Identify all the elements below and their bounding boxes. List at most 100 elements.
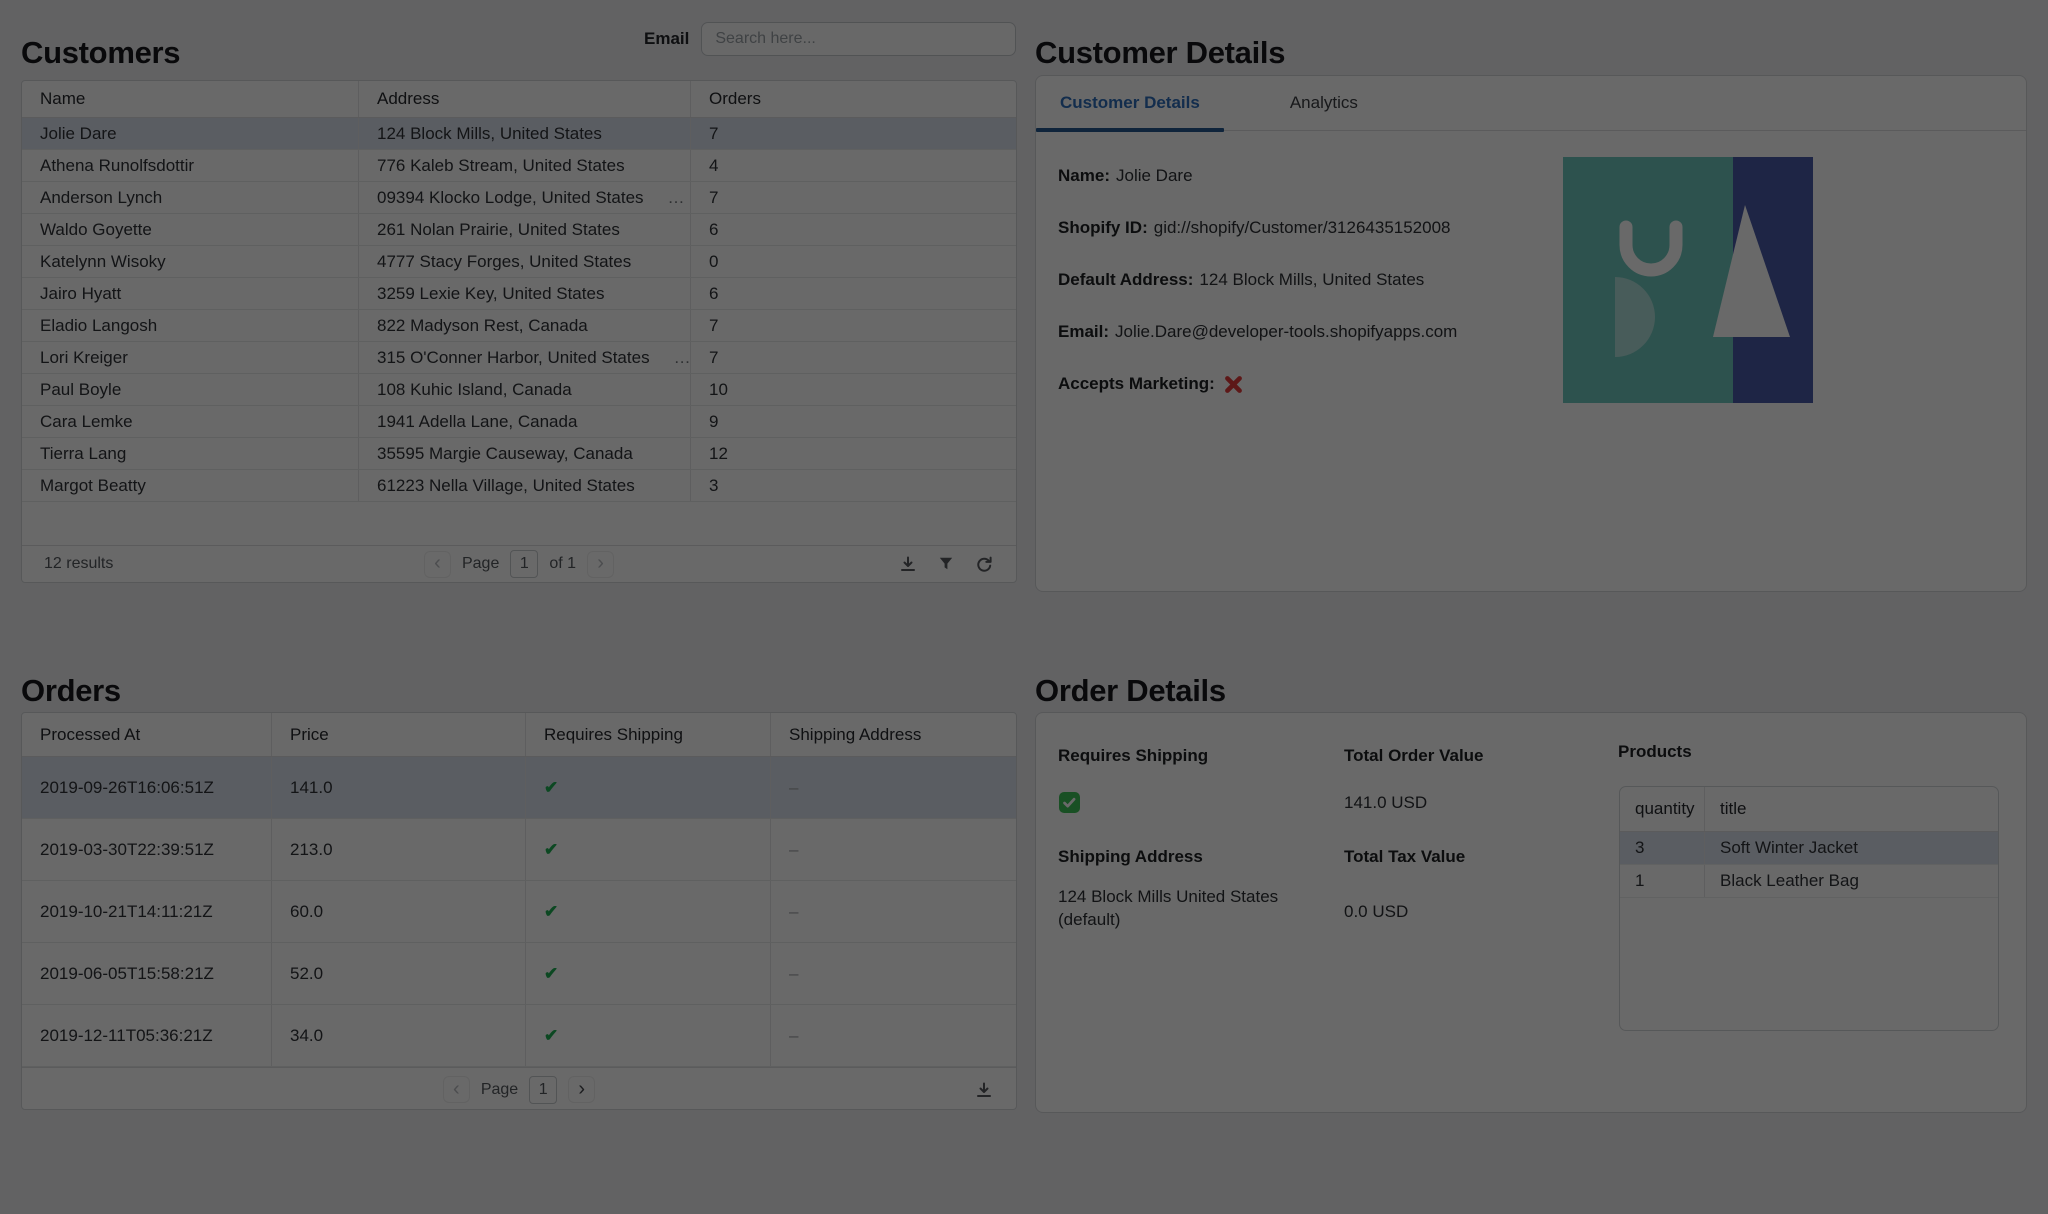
results-count: 12 results bbox=[44, 555, 113, 573]
column-header-price: Price bbox=[272, 713, 526, 756]
orders-prev-page-button[interactable]: ‹ bbox=[443, 1076, 470, 1103]
product-row[interactable]: 1Black Leather Bag bbox=[1620, 865, 1998, 898]
customers-page-input[interactable] bbox=[510, 550, 538, 578]
customer-address-cell: 3259 Lexie Key, United States bbox=[359, 278, 691, 309]
refresh-button[interactable] bbox=[974, 554, 994, 574]
customer-row[interactable]: Athena Runolfsdottir776 Kaleb Stream, Un… bbox=[22, 150, 1016, 182]
customer-name-cell: Athena Runolfsdottir bbox=[22, 150, 359, 181]
products-label: Products bbox=[1618, 742, 1692, 762]
customer-row[interactable]: Paul Boyle108 Kuhic Island, Canada10 bbox=[22, 374, 1016, 406]
customer-orders-cell: 3 bbox=[691, 470, 1016, 501]
chevron-left-icon: ‹ bbox=[434, 553, 441, 573]
order-row[interactable]: 2019-09-26T16:06:51Z141.0✔– bbox=[22, 757, 1016, 819]
order-processed-at-cell: 2019-12-11T05:36:21Z bbox=[22, 1005, 272, 1066]
address-text: 35595 Margie Causeway, Canada bbox=[377, 444, 633, 464]
address-text: 261 Nolan Prairie, United States bbox=[377, 220, 620, 240]
download-button[interactable] bbox=[898, 554, 918, 574]
order-row[interactable]: 2019-10-21T14:11:21Z60.0✔– bbox=[22, 881, 1016, 943]
product-title-cell: Soft Winter Jacket bbox=[1705, 832, 1998, 864]
field-value: gid://shopify/Customer/3126435152008 bbox=[1154, 218, 1451, 238]
customers-table: Name Address Orders Jolie Dare124 Block … bbox=[21, 80, 1017, 583]
customer-details-title: Customer Details bbox=[1035, 35, 1285, 71]
field-label: Accepts Marketing bbox=[1058, 374, 1215, 394]
address-text: 124 Block Mills, United States bbox=[377, 124, 602, 144]
order-row[interactable]: 2019-06-05T15:58:21Z52.0✔– bbox=[22, 943, 1016, 1005]
customer-orders-cell: 6 bbox=[691, 278, 1016, 309]
orders-table: Processed At Price Requires Shipping Shi… bbox=[21, 712, 1017, 1110]
orders-page-input[interactable] bbox=[529, 1076, 557, 1104]
customer-name-cell: Katelynn Wisoky bbox=[22, 246, 359, 277]
email-search-input[interactable] bbox=[701, 22, 1016, 56]
address-text: 108 Kuhic Island, Canada bbox=[377, 380, 572, 400]
orders-next-page-button[interactable]: › bbox=[568, 1076, 595, 1103]
customer-row[interactable]: Lori Kreiger315 O'Conner Harbor, United … bbox=[22, 342, 1016, 374]
column-header-processed-at: Processed At bbox=[22, 713, 272, 756]
customer-orders-cell: 7 bbox=[691, 182, 1016, 213]
customer-address-cell: 09394 Klocko Lodge, United States… bbox=[359, 182, 691, 213]
customer-orders-cell: 6 bbox=[691, 214, 1016, 245]
customer-name-cell: Anderson Lynch bbox=[22, 182, 359, 213]
total-order-value-label: Total Order Value bbox=[1344, 746, 1484, 766]
check-mark-icon: ✔ bbox=[544, 902, 558, 922]
customers-pagination: ‹ Page of 1 › bbox=[22, 550, 1016, 578]
truncation-ellipsis-icon: … bbox=[674, 348, 691, 368]
customers-prev-page-button[interactable]: ‹ bbox=[424, 551, 451, 578]
refresh-icon bbox=[975, 555, 993, 573]
customer-row[interactable]: Jairo Hyatt3259 Lexie Key, United States… bbox=[22, 278, 1016, 310]
download-icon bbox=[975, 1081, 993, 1099]
product-quantity-cell: 1 bbox=[1620, 865, 1705, 897]
customer-name-cell: Tierra Lang bbox=[22, 438, 359, 469]
customer-address-cell: 776 Kaleb Stream, United States bbox=[359, 150, 691, 181]
customer-row[interactable]: Waldo Goyette261 Nolan Prairie, United S… bbox=[22, 214, 1016, 246]
tab-label: Customer Details bbox=[1060, 93, 1200, 113]
customers-table-footer: 12 results ‹ Page of 1 › bbox=[22, 545, 1016, 582]
field-label: Name bbox=[1058, 166, 1110, 186]
filter-icon bbox=[937, 555, 955, 573]
customer-row[interactable]: Katelynn Wisoky4777 Stacy Forges, United… bbox=[22, 246, 1016, 278]
customer-name-cell: Cara Lemke bbox=[22, 406, 359, 437]
customer-details-tabs: Customer Details Analytics bbox=[1036, 76, 2026, 131]
download-button[interactable] bbox=[974, 1080, 994, 1100]
column-header-requires-shipping: Requires Shipping bbox=[526, 713, 771, 756]
customer-row[interactable]: Anderson Lynch09394 Klocko Lodge, United… bbox=[22, 182, 1016, 214]
tab-analytics[interactable]: Analytics bbox=[1266, 76, 1382, 130]
order-row[interactable]: 2019-12-11T05:36:21Z34.0✔– bbox=[22, 1005, 1016, 1067]
customers-title: Customers bbox=[21, 35, 180, 71]
tab-customer-details[interactable]: Customer Details bbox=[1036, 76, 1224, 130]
customer-row[interactable]: Cara Lemke1941 Adella Lane, Canada9 bbox=[22, 406, 1016, 438]
page-label: Page bbox=[462, 555, 499, 573]
orders-table-footer: ‹ Page › bbox=[22, 1067, 1016, 1111]
field-label: Shopify ID bbox=[1058, 218, 1148, 238]
customer-row[interactable]: Tierra Lang 35595 Margie Causeway, Canada… bbox=[22, 438, 1016, 470]
customers-next-page-button[interactable]: › bbox=[587, 551, 614, 578]
customer-row[interactable]: Eladio Langosh822 Madyson Rest, Canada7 bbox=[22, 310, 1016, 342]
field-name: Name Jolie Dare bbox=[1058, 167, 1457, 185]
customer-name-cell: Margot Beatty bbox=[22, 470, 359, 501]
product-row[interactable]: 3Soft Winter Jacket bbox=[1620, 832, 1998, 865]
product-quantity-cell: 3 bbox=[1620, 832, 1705, 864]
field-value: Jolie.Dare@developer-tools.shopifyapps.c… bbox=[1115, 322, 1457, 342]
customer-search: Email bbox=[644, 22, 1016, 56]
orders-title: Orders bbox=[21, 673, 121, 709]
order-requires-shipping-cell: ✔ bbox=[526, 943, 771, 1004]
address-text: 09394 Klocko Lodge, United States bbox=[377, 188, 644, 208]
chevron-right-icon: › bbox=[597, 553, 604, 573]
customer-orders-cell: 12 bbox=[691, 438, 1016, 469]
filter-button[interactable] bbox=[936, 554, 956, 574]
field-label: Default Address bbox=[1058, 270, 1193, 290]
customer-name-cell: Paul Boyle bbox=[22, 374, 359, 405]
order-shipping-address-cell: – bbox=[771, 819, 1016, 880]
check-mark-icon: ✔ bbox=[544, 840, 558, 860]
total-tax-value-label: Total Tax Value bbox=[1344, 847, 1465, 867]
customer-row[interactable]: Jolie Dare124 Block Mills, United States… bbox=[22, 118, 1016, 150]
orders-table-body: 2019-09-26T16:06:51Z141.0✔–2019-03-30T22… bbox=[22, 757, 1016, 1067]
customer-name-cell: Lori Kreiger bbox=[22, 342, 359, 373]
avatar-teal-background bbox=[1563, 157, 1733, 403]
chevron-left-icon: ‹ bbox=[453, 1079, 460, 1099]
order-row[interactable]: 2019-03-30T22:39:51Z213.0✔– bbox=[22, 819, 1016, 881]
column-header-orders: Orders bbox=[691, 81, 1016, 117]
customer-row[interactable]: Margot Beatty61223 Nella Village, United… bbox=[22, 470, 1016, 502]
active-tab-indicator bbox=[1036, 128, 1224, 132]
orders-pagination: ‹ Page › bbox=[22, 1076, 1016, 1104]
order-shipping-address-cell: – bbox=[771, 943, 1016, 1004]
